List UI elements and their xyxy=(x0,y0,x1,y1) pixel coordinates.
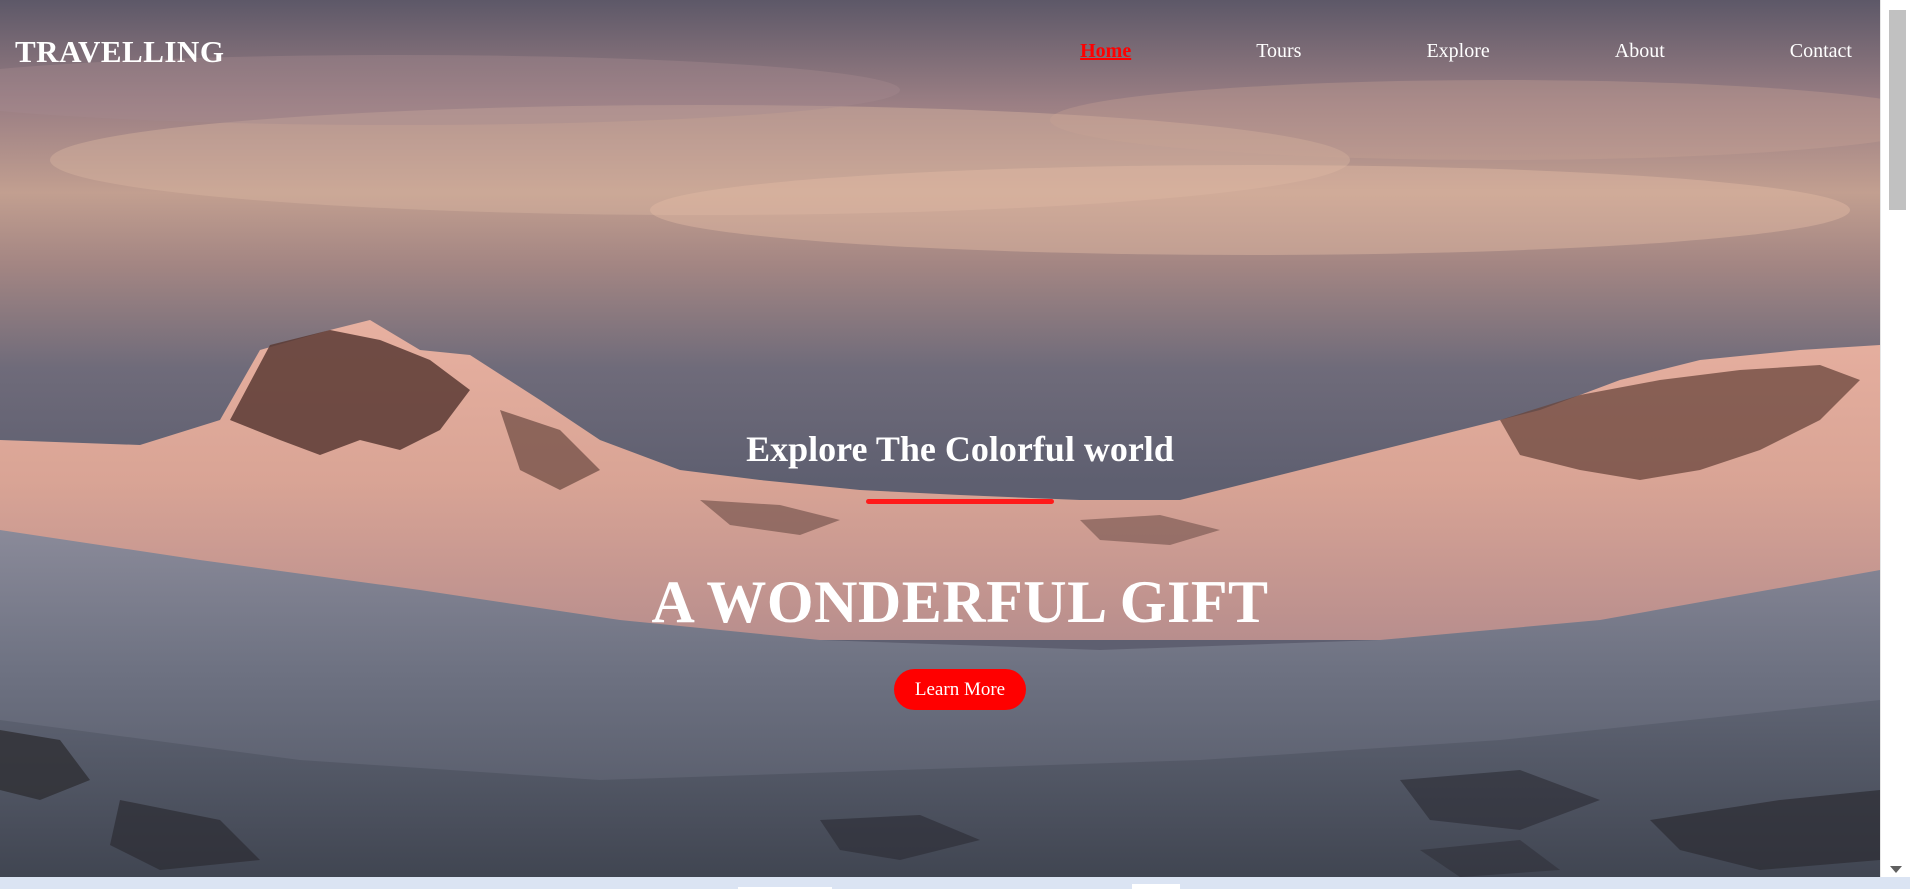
scrollbar-thumb[interactable] xyxy=(1889,10,1906,210)
vertical-scrollbar[interactable] xyxy=(1880,0,1910,877)
scroll-down-arrow-icon[interactable] xyxy=(1890,866,1902,873)
site-brand-logo[interactable]: TRAVELLING xyxy=(15,34,224,70)
taskbar-strip xyxy=(0,877,1910,889)
main-navigation: Home Tours Explore About Contact xyxy=(1080,40,1852,63)
taskbar-item xyxy=(1132,884,1180,889)
learn-more-button[interactable]: Learn More xyxy=(894,669,1026,710)
hero-subtitle: Explore The Colorful world xyxy=(746,429,1174,469)
nav-link-home[interactable]: Home xyxy=(1080,40,1131,63)
nav-link-contact[interactable]: Contact xyxy=(1790,40,1852,63)
hero-headline: A WONDERFUL GIFT xyxy=(651,569,1269,635)
hero-section: TRAVELLING Home Tours Explore About Cont… xyxy=(0,0,1880,877)
subtitle-underline-divider xyxy=(866,499,1054,504)
nav-link-tours[interactable]: Tours xyxy=(1256,40,1301,63)
nav-link-about[interactable]: About xyxy=(1615,40,1665,63)
browser-viewport: TRAVELLING Home Tours Explore About Cont… xyxy=(0,0,1910,889)
nav-link-explore[interactable]: Explore xyxy=(1426,40,1489,63)
